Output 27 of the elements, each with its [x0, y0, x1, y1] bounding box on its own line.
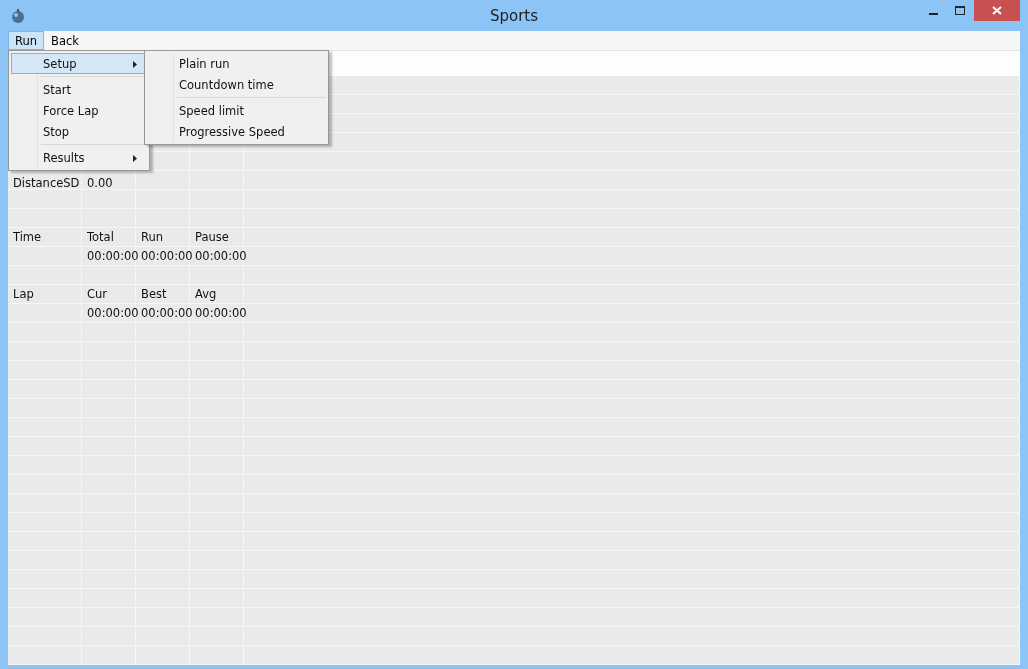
app-icon — [11, 7, 25, 24]
maximize-icon — [955, 5, 966, 16]
window-title: Sports — [489, 7, 539, 25]
menu-bar-item[interactable]: Run — [8, 31, 45, 50]
time-value: 00:00:00 — [82, 247, 136, 266]
menu-item[interactable]: Force Lap — [11, 100, 147, 121]
row-label: Time — [8, 228, 82, 247]
column-heading: Run — [136, 228, 190, 247]
column-heading: Total — [82, 228, 136, 247]
menu-bar-item[interactable]: Back — [44, 31, 86, 50]
menu-item[interactable]: Results — [11, 147, 147, 168]
menu-item[interactable]: Countdown time — [147, 74, 326, 95]
column-heading: Best — [136, 285, 190, 304]
row-label: Lap — [8, 285, 82, 304]
close-button[interactable] — [974, 0, 1020, 21]
time-value: 00:00:00 — [82, 304, 136, 323]
column-heading: Pause — [190, 228, 244, 247]
menu-item[interactable]: Speed limit — [147, 100, 326, 121]
menu-item[interactable]: Plain run — [147, 53, 326, 74]
close-icon — [992, 6, 1002, 15]
minimize-icon — [929, 13, 938, 15]
column-heading: Avg — [190, 285, 244, 304]
menu-item[interactable]: Setup — [11, 53, 147, 74]
column-heading: Cur — [82, 285, 136, 304]
menu-item[interactable]: Progressive Speed — [147, 121, 326, 142]
menu-item[interactable]: Start — [11, 79, 147, 100]
menu-item[interactable]: Stop — [11, 121, 147, 142]
